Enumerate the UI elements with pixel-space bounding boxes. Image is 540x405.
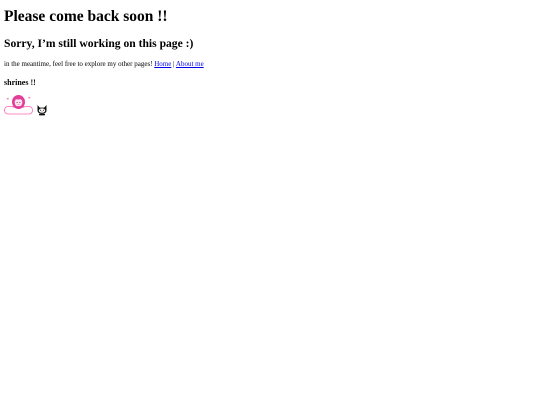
intro-text: in the meantime, feel free to explore my… [4, 60, 153, 68]
page-subtitle: Sorry, I’m still working on this page :) [4, 37, 194, 50]
shrines-heading: shrines !! [4, 78, 36, 87]
nav-separator: | [173, 60, 175, 68]
home-link[interactable]: Home [154, 60, 171, 68]
page: Please come back soon !! Sorry, I’m stil… [0, 0, 540, 405]
cat-icon[interactable] [36, 103, 48, 116]
shrines-list [4, 93, 536, 116]
intro-paragraph: in the meantime, feel free to explore my… [4, 60, 536, 69]
about-me-link[interactable]: About me [176, 60, 204, 68]
girl-badge-icon[interactable] [4, 94, 33, 115]
page-title: Please come back soon !! [4, 8, 168, 25]
